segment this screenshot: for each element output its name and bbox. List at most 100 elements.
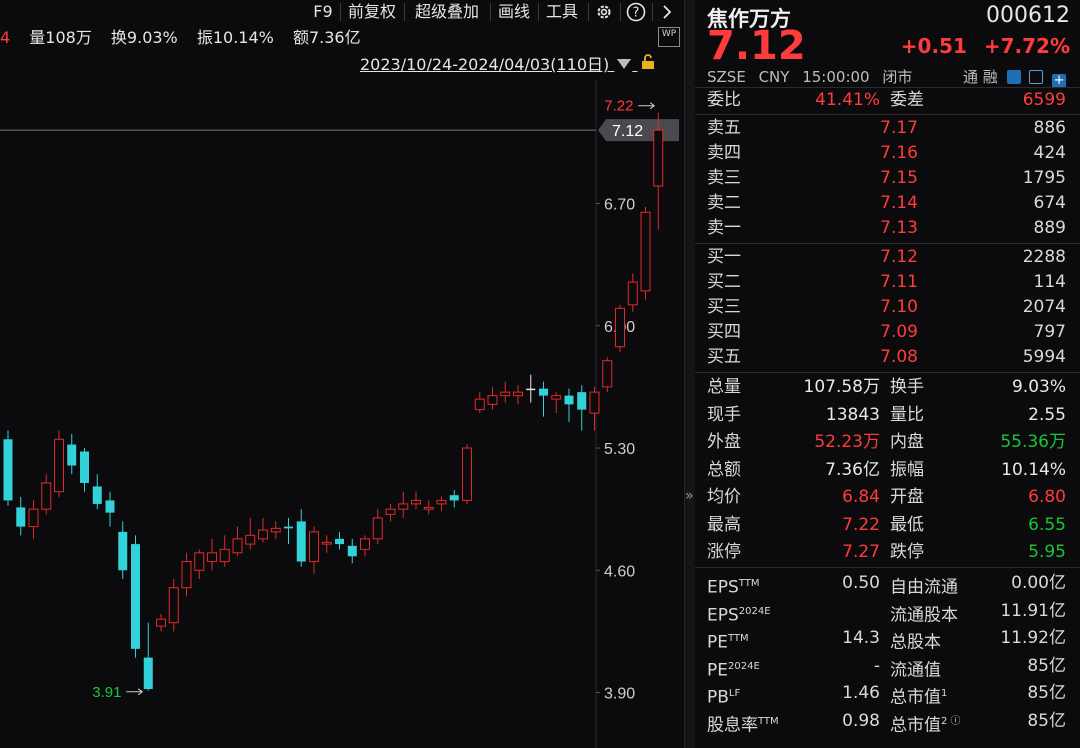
candle-body-down — [296, 521, 306, 562]
toolbar-divider — [538, 3, 539, 21]
fundamental-label: 股息率TTM — [707, 709, 779, 739]
divider — [695, 372, 1080, 373]
fundamental-value: 14.3 — [842, 628, 880, 648]
fundamental-value: 0.50 — [842, 573, 880, 593]
amount-stat: 额7.36亿 — [292, 28, 361, 47]
bid-row[interactable]: 买二 7.11 114 — [695, 270, 1080, 295]
ask-price: 7.16 — [880, 143, 918, 163]
quote-time: 15:00:00 — [802, 68, 870, 86]
candle-body-up — [640, 211, 651, 292]
ratio-label: 委比 — [707, 90, 741, 110]
dropdown-triangle-icon[interactable] — [616, 54, 632, 76]
fundamental-label: EPS2024E — [707, 599, 771, 629]
candle-body-down — [539, 388, 548, 396]
toolbar-divider — [588, 3, 589, 21]
stat-label: 涨停 — [707, 542, 741, 562]
chevron-right-icon[interactable] — [656, 0, 678, 24]
stat-row: 涨停 7.27 跌停 5.95 — [695, 540, 1080, 565]
fundamental-value: 85亿 — [1027, 655, 1066, 676]
stat-row: 总额 7.36亿 振幅 10.14% — [695, 458, 1080, 483]
fundamental-label-text: 流通股本 — [890, 605, 958, 626]
stock-code: 000612 — [986, 3, 1070, 28]
fundamental-row: EPSTTM 0.50 自由流通 0.00亿 — [695, 571, 1080, 598]
ask-price: 7.15 — [880, 168, 918, 188]
gear-icon[interactable] — [592, 0, 616, 24]
quote-panel: 焦作万方 000612 7.12 +0.51 +7.72% SZSE CNY 1… — [695, 0, 1080, 748]
turnover-stat: 换9.03% — [110, 28, 178, 47]
fundamental-label-sup: TTM — [758, 715, 779, 727]
question-circle-icon[interactable]: ? — [624, 0, 648, 24]
candle-body-up — [181, 561, 192, 589]
volume-stat: 量108万 — [29, 28, 92, 47]
plus-icon[interactable]: + — [1052, 74, 1067, 88]
stat-label: 最高 — [707, 514, 741, 535]
fundamental-value: 11.91亿 — [1000, 600, 1066, 621]
stat-value: 10.14% — [1001, 459, 1066, 480]
wp-icon[interactable]: WP — [658, 27, 680, 47]
amplitude-stat: 振10.14% — [196, 28, 274, 47]
bid-row[interactable]: 买五 7.08 5994 — [695, 345, 1080, 370]
fundamental-label-text: 流通值 — [890, 660, 941, 681]
bid-level-label: 买五 — [707, 347, 741, 367]
tools-button[interactable]: 工具 — [542, 0, 582, 24]
candle-body-down — [526, 388, 536, 391]
divider — [695, 114, 1080, 115]
exchange-label: SZSE — [707, 68, 746, 86]
price-change: +0.51 +7.72% — [901, 34, 1070, 58]
super-overlay-button[interactable]: 超级叠加 — [408, 0, 486, 24]
candlestick-chart[interactable]: 6.706.005.304.603.907.127.223.91 — [0, 80, 684, 748]
margin-tags: 通 融 — [963, 68, 998, 86]
bid-row[interactable]: 买一 7.12 2288 — [695, 245, 1080, 270]
ask-row[interactable]: 卖四 7.16 424 — [695, 141, 1080, 166]
change-percent: +7.72% — [983, 34, 1070, 58]
ask-row[interactable]: 卖二 7.14 674 — [695, 191, 1080, 216]
fundamental-value: 0.00亿 — [1011, 573, 1066, 593]
stat-value: 13843 — [825, 404, 880, 425]
ask-row[interactable]: 卖三 7.15 1795 — [695, 166, 1080, 191]
candle-body-up — [474, 398, 485, 411]
fundamental-label-text: 股息率 — [707, 715, 758, 736]
date-range-selector[interactable]: 2023/10/24-2024/04/03(110日) — [360, 54, 655, 76]
bid-row[interactable]: 买四 7.09 797 — [695, 320, 1080, 345]
bid-price: 7.08 — [880, 347, 918, 367]
bid-volume: 2288 — [1022, 247, 1066, 267]
candle-body-up — [245, 534, 256, 545]
candle-body-up — [156, 618, 166, 627]
candle-body-down — [16, 507, 26, 527]
f9-button[interactable]: F9 — [310, 0, 336, 24]
stat-label: 总量 — [707, 377, 741, 397]
fundamental-label-text: PE — [707, 660, 728, 681]
bid-level-label: 买二 — [707, 272, 741, 292]
stat-value: 6.80 — [1028, 487, 1066, 507]
date-range-label: 2023/10/24-2024/04/03(110日) — [360, 55, 610, 74]
bell-icon[interactable] — [1029, 70, 1044, 84]
market-info: SZSE CNY 15:00:00 闭市 — [707, 66, 912, 87]
stat-label: 均价 — [707, 487, 741, 507]
draw-line-button[interactable]: 画线 — [494, 0, 534, 24]
pen-icon[interactable] — [1006, 70, 1021, 84]
bid-row[interactable]: 买三 7.10 2074 — [695, 295, 1080, 320]
candle-body-up — [500, 391, 511, 397]
double-chevron-right-icon[interactable]: » — [685, 488, 694, 504]
candle-body-up — [462, 447, 472, 501]
lock-icon[interactable] — [641, 54, 655, 76]
stat-label: 总额 — [707, 459, 741, 480]
ask-row[interactable]: 卖一 7.13 889 — [695, 216, 1080, 241]
fundamental-label-text: 自由流通 — [890, 577, 958, 598]
stat-value: 7.27 — [842, 542, 880, 562]
stat-label: 外盘 — [707, 432, 741, 452]
candle-body-down — [577, 392, 587, 410]
ask-price: 7.17 — [880, 118, 918, 138]
stat-row: 最高 7.22 最低 6.55 — [695, 513, 1080, 538]
low-marker-arrow — [126, 688, 144, 696]
ask-level-label: 卖五 — [707, 118, 741, 138]
candle-body-up — [232, 538, 243, 554]
fundamental-label: 流通股本 — [890, 599, 958, 629]
ask-volume: 1795 — [1022, 168, 1066, 188]
stat-row: 外盘 52.23万 内盘 55.36万 — [695, 430, 1080, 455]
candle-body-down — [80, 451, 89, 483]
stat-label: 量比 — [890, 404, 924, 425]
ask-row[interactable]: 卖五 7.17 886 — [695, 116, 1080, 141]
candle-body-down — [131, 544, 140, 649]
adjust-price-button[interactable]: 前复权 — [344, 0, 400, 24]
